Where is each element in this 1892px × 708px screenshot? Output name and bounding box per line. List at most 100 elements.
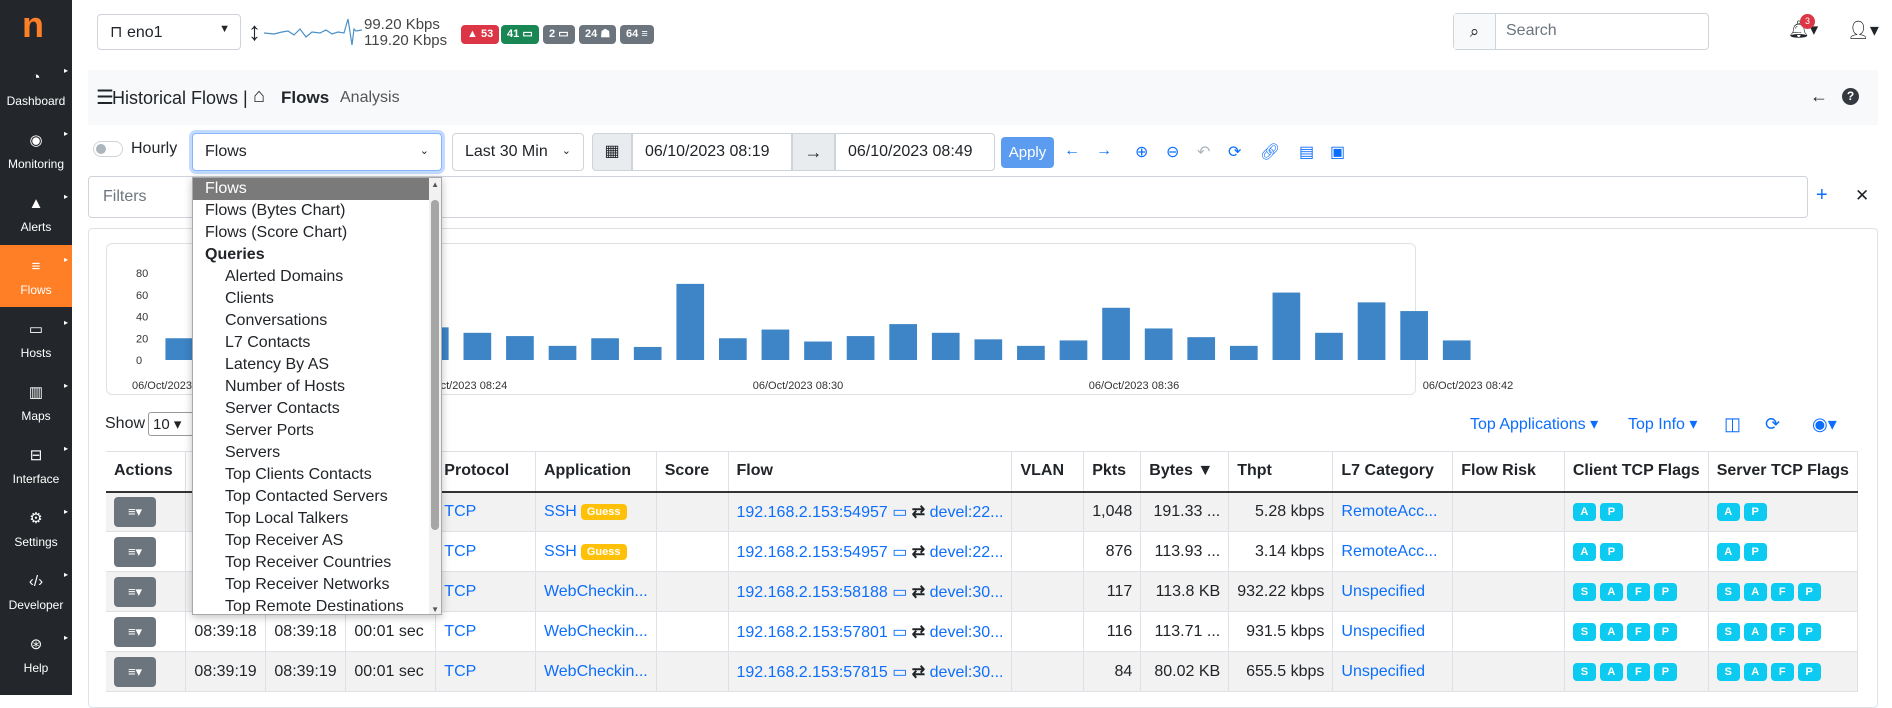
search-box[interactable]: ⌕ Search: [1453, 13, 1709, 50]
chart-bar[interactable]: [846, 336, 875, 360]
chart-bar[interactable]: [1400, 311, 1428, 360]
eye-icon[interactable]: ◉▾: [1812, 414, 1837, 435]
sidebar-item-dashboard[interactable]: ◔ Dashboard ▸: [0, 56, 72, 118]
chart-bar[interactable]: [1017, 345, 1045, 360]
flow-source-link[interactable]: 192.168.2.153:54957: [737, 504, 888, 521]
sidebar-item-alerts[interactable]: ▲ Alerts ▸: [0, 182, 72, 244]
column-header[interactable]: Bytes ▼: [1140, 451, 1230, 493]
dropdown-option[interactable]: Alerted Domains: [193, 266, 431, 288]
dropdown-option[interactable]: Server Contacts: [193, 398, 431, 420]
dropdown-option[interactable]: Number of Hosts: [193, 376, 431, 398]
scroll-down-icon[interactable]: ▼: [431, 605, 439, 614]
chart-bar[interactable]: [506, 336, 534, 360]
flow-destination-link[interactable]: devel:30...: [930, 664, 1004, 681]
columns-icon[interactable]: ◫: [1724, 414, 1741, 435]
sort-desc-icon[interactable]: ▼: [1193, 462, 1213, 479]
calendar-icon[interactable]: ▦: [592, 133, 632, 171]
dropdown-option[interactable]: Conversations: [193, 310, 431, 332]
column-header[interactable]: Flow Risk: [1452, 451, 1565, 493]
dropdown-option[interactable]: Flows (Bytes Chart): [193, 200, 431, 222]
chart-bar[interactable]: [1059, 340, 1088, 360]
dropdown-option[interactable]: Top Remote Destinations: [193, 596, 431, 614]
dropdown-option[interactable]: Top Clients Contacts: [193, 464, 431, 486]
back-arrow-icon[interactable]: ←: [1810, 86, 1828, 107]
flow-source-link[interactable]: 192.168.2.153:57815: [737, 664, 888, 681]
table-row[interactable]: ≡▾ 08:39:18 08:39:18 00:01 sec TCP WebCheckin…: [106, 611, 1859, 652]
column-header[interactable]: Protocol: [435, 451, 536, 493]
protocol-link[interactable]: TCP: [444, 663, 476, 680]
tab-analysis[interactable]: Analysis: [340, 89, 400, 107]
protocol-link[interactable]: TCP: [444, 623, 476, 640]
alerts-badge[interactable]: ▲ 53: [461, 25, 500, 44]
ntopng-logo[interactable]: n: [22, 7, 48, 43]
link-icon[interactable]: 🔗︎: [1260, 142, 1280, 162]
application-link[interactable]: WebCheckin...: [544, 663, 648, 680]
flow-source-link[interactable]: 192.168.2.153:54957: [737, 544, 888, 561]
range-select[interactable]: Last 30 Min ⌄: [452, 133, 584, 171]
sidebar-item-settings[interactable]: ⚙ Settings ▸: [0, 497, 72, 559]
dropdown-option[interactable]: Top Receiver AS: [193, 530, 431, 552]
dropdown-option[interactable]: Server Ports: [193, 420, 431, 442]
refresh-icon[interactable]: ⟳: [1228, 142, 1241, 162]
date-from-input[interactable]: 06/10/2023 08:19: [632, 133, 792, 171]
column-header[interactable]: Flow: [728, 451, 1013, 493]
devices-badge[interactable]: 24 ☗: [579, 25, 617, 44]
dropdown-option[interactable]: Top Contacted Servers: [193, 486, 431, 508]
protocol-link[interactable]: TCP: [444, 543, 476, 560]
l7-category-link[interactable]: RemoteAcc...: [1341, 543, 1437, 560]
l7-category-link[interactable]: Unspecified: [1341, 623, 1425, 640]
l7-category-link[interactable]: Unspecified: [1341, 663, 1425, 680]
dropdown-option[interactable]: Servers: [193, 442, 431, 464]
chart-bar[interactable]: [1357, 302, 1386, 360]
dropdown-option[interactable]: Latency By AS: [193, 354, 431, 376]
dropdown-option[interactable]: Flows: [193, 178, 431, 200]
column-header[interactable]: VLAN: [1011, 451, 1085, 493]
home-icon[interactable]: ⌂: [253, 85, 265, 108]
sidebar-item-flows[interactable]: ≡ Flows ▸: [0, 245, 72, 307]
chart-bar[interactable]: [548, 345, 577, 360]
column-header[interactable]: Thpt: [1228, 451, 1334, 493]
sidebar-item-monitoring[interactable]: ◉ Monitoring ▸: [0, 119, 72, 181]
chart-bar[interactable]: [1442, 340, 1471, 360]
application-link[interactable]: SSH: [544, 503, 577, 520]
scrollbar-thumb[interactable]: [431, 200, 439, 530]
user-icon[interactable]: 👤︎▾: [1847, 20, 1879, 41]
chart-bar[interactable]: [719, 338, 747, 360]
archive-icon[interactable]: ▣: [1330, 142, 1345, 162]
sidebar-item-interface[interactable]: ⊟ Interface ▸: [0, 434, 72, 496]
add-filter-icon[interactable]: +: [1816, 184, 1828, 207]
chart-bar[interactable]: [1144, 328, 1173, 360]
page-size-select[interactable]: 10 ▾: [148, 412, 194, 436]
top-info-dropdown[interactable]: Top Info ▾: [1628, 414, 1697, 434]
flow-destination-link[interactable]: devel:30...: [930, 624, 1004, 641]
chart-bar[interactable]: [1229, 345, 1258, 360]
apply-button[interactable]: Apply: [1001, 137, 1054, 168]
chart-bar[interactable]: [974, 339, 1003, 360]
arrow-left-icon[interactable]: ←: [1064, 142, 1080, 160]
hourly-toggle[interactable]: [93, 141, 123, 157]
column-header[interactable]: L7 Category: [1332, 451, 1454, 493]
refresh-icon[interactable]: ⟳: [1765, 414, 1780, 435]
sidebar-item-maps[interactable]: ▥ Maps ▸: [0, 371, 72, 433]
zoom-out-icon[interactable]: ⊖: [1166, 142, 1179, 162]
column-header[interactable]: Application: [535, 451, 657, 493]
chart-bar[interactable]: [1102, 307, 1130, 360]
dropdown-scrollbar[interactable]: ▲ ▼: [429, 178, 441, 614]
l7-category-link[interactable]: Unspecified: [1341, 583, 1425, 600]
scroll-up-icon[interactable]: ▲: [431, 180, 439, 189]
column-header[interactable]: Server TCP Flags: [1708, 451, 1859, 493]
application-link[interactable]: SSH: [544, 543, 577, 560]
l7-category-link[interactable]: RemoteAcc...: [1341, 503, 1437, 520]
column-header[interactable]: Actions: [106, 451, 187, 493]
column-header[interactable]: Pkts: [1083, 451, 1142, 493]
sidebar-item-hosts[interactable]: ▭ Hosts ▸: [0, 308, 72, 370]
chart-bar[interactable]: [889, 324, 917, 360]
dropdown-option[interactable]: Flows (Score Chart): [193, 222, 431, 244]
flow-destination-link[interactable]: devel:22...: [930, 504, 1004, 521]
dropdown-option[interactable]: Top Receiver Countries: [193, 552, 431, 574]
chart-bar[interactable]: [761, 329, 790, 360]
chart-bar[interactable]: [463, 332, 492, 360]
protocol-link[interactable]: TCP: [444, 503, 476, 520]
local-hosts-badge[interactable]: 41 ▭: [501, 25, 539, 44]
close-icon[interactable]: ✕: [1855, 186, 1869, 206]
